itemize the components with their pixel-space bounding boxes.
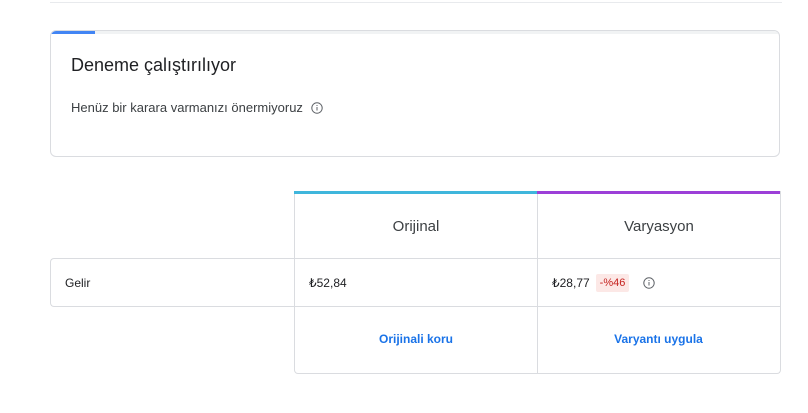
info-icon[interactable] <box>643 276 656 289</box>
variant-value-cell: ₺28,77 -%46 <box>537 258 781 307</box>
column-header-original: Orijinal <box>294 191 537 258</box>
row-label-revenue: Gelir <box>50 258 294 307</box>
experiment-status-card: Deneme çalıştırılıyor Henüz bir karara v… <box>50 30 780 157</box>
status-subtitle-row: Henüz bir karara varmanızı önermiyoruz <box>71 100 323 115</box>
variant-accent-bar <box>537 191 780 194</box>
delta-badge: -%46 <box>595 273 630 292</box>
info-icon[interactable] <box>311 101 323 114</box>
status-title: Deneme çalıştırılıyor <box>71 55 237 75</box>
right-edge <box>794 0 808 413</box>
column-label-variant: Varyasyon <box>624 217 694 235</box>
apply-variant-button[interactable]: Varyantı uygula <box>614 332 703 346</box>
status-subtitle: Henüz bir karara varmanızı önermiyoruz <box>71 100 303 115</box>
metric-label: Gelir <box>65 275 91 290</box>
progress-fill <box>51 31 95 34</box>
top-divider <box>50 2 782 3</box>
original-value: ₺52,84 <box>309 275 347 290</box>
keep-original-cell: Orijinali koru <box>294 306 538 374</box>
apply-variant-cell: Varyantı uygula <box>537 306 781 374</box>
keep-original-button[interactable]: Orijinali koru <box>379 332 453 346</box>
original-value-cell: ₺52,84 <box>294 258 538 307</box>
original-accent-bar <box>294 191 537 194</box>
column-label-original: Orijinal <box>392 217 440 235</box>
progress-track <box>51 31 779 34</box>
column-header-variant: Varyasyon <box>537 191 781 258</box>
variant-value: ₺28,77 <box>552 275 590 290</box>
